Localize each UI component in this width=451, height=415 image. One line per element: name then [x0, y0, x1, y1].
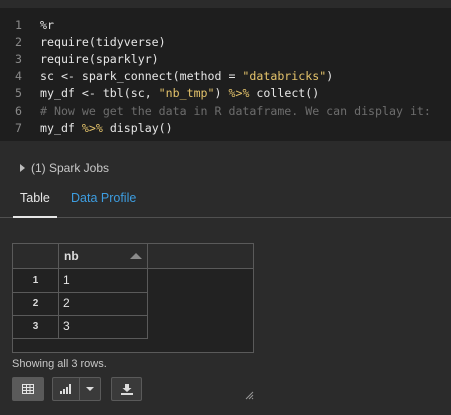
- cell-divider: [147, 269, 148, 292]
- table-row: 33: [13, 315, 148, 339]
- code-token: sc <- spark_connect(method =: [40, 69, 243, 84]
- code-text: %r: [40, 17, 54, 34]
- code-token: "databricks": [242, 69, 327, 84]
- code-token: my_df: [40, 120, 82, 135]
- chart-view-button[interactable]: [52, 377, 80, 401]
- row-count-summary: Showing all 3 rows.: [12, 358, 107, 370]
- spark-jobs-toggle[interactable]: (1) Spark Jobs: [20, 161, 109, 175]
- index-header-cell: [13, 244, 59, 268]
- cell-divider: [147, 292, 148, 315]
- line-number: 6: [15, 103, 22, 118]
- code-token: # Now we get the data in R dataframe. We…: [40, 103, 431, 118]
- column-header-label: nb: [64, 249, 79, 263]
- code-token: %>%: [228, 86, 250, 101]
- code-text: sc <- spark_connect(method = "databricks…: [40, 68, 333, 85]
- bar-chart-icon: [60, 384, 71, 394]
- code-token: display(): [102, 120, 173, 135]
- sort-arrow-icon[interactable]: [130, 253, 142, 259]
- row-index: 2: [13, 292, 59, 315]
- cell-divider: [147, 315, 148, 338]
- row-index: 3: [13, 315, 59, 338]
- code-cell[interactable]: 1 %r 2 require(tidyverse) 3 require(sparklyr)…: [0, 8, 451, 141]
- table-icon: [22, 384, 34, 394]
- code-token: require(sparklyr): [40, 52, 159, 67]
- code-token: require(tidyverse): [40, 35, 166, 50]
- spark-jobs-label: (1) Spark Jobs: [31, 161, 110, 175]
- results-table: nb 112233: [12, 243, 254, 353]
- code-text: # Now we get the data in R dataframe. We…: [40, 103, 431, 120]
- code-token: %r: [40, 18, 54, 32]
- line-number: 7: [15, 120, 22, 135]
- chevron-down-icon: [86, 387, 94, 391]
- cell-nb: 2: [63, 296, 70, 310]
- cell-nb: 1: [63, 273, 70, 287]
- table-row: 22: [13, 292, 148, 316]
- table-header-row: nb: [13, 244, 253, 269]
- result-tabs: Table Data Profile: [0, 183, 451, 218]
- tab-data-profile[interactable]: Data Profile: [71, 191, 136, 205]
- download-button[interactable]: [111, 377, 142, 401]
- resize-handle-icon[interactable]: [245, 391, 254, 400]
- chart-type-dropdown[interactable]: [79, 377, 101, 401]
- line-number: 4: [15, 69, 22, 84]
- code-text: require(sparklyr): [40, 51, 159, 68]
- line-number: 3: [15, 52, 22, 67]
- line-number: 5: [15, 86, 22, 101]
- code-text: my_df %>% display(): [40, 120, 173, 137]
- cell-nb: 3: [63, 319, 70, 333]
- line-number: 2: [15, 35, 22, 50]
- row-index: 1: [13, 269, 59, 292]
- code-text: require(tidyverse): [40, 34, 166, 51]
- code-text: my_df <- tbl(sc, "nb_tmp") %>% collect(): [40, 85, 319, 102]
- table-view-button[interactable]: [12, 377, 44, 401]
- download-icon: [120, 383, 133, 395]
- code-token: ): [214, 86, 229, 101]
- table-row: 11: [13, 269, 148, 293]
- code-token: collect(): [249, 86, 320, 101]
- code-token: my_df <- tbl(sc,: [40, 86, 159, 101]
- caret-right-icon: [20, 164, 25, 172]
- tab-table[interactable]: Table: [20, 191, 50, 205]
- code-token: "nb_tmp": [158, 86, 215, 101]
- line-number: 1: [15, 18, 22, 32]
- column-header-nb[interactable]: nb: [59, 244, 148, 268]
- active-tab-indicator: [13, 216, 57, 218]
- code-token: ): [326, 69, 334, 84]
- code-token: %>%: [81, 120, 103, 135]
